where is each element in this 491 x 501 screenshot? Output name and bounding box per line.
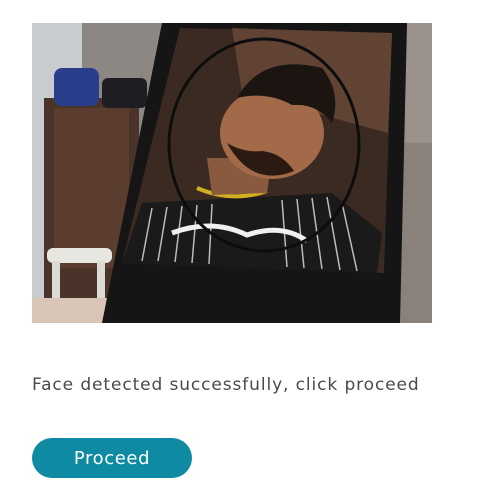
- camera-preview-image: [32, 23, 432, 323]
- status-message: Face detected successfully, click procee…: [32, 375, 420, 395]
- camera-preview: [32, 23, 432, 323]
- proceed-button[interactable]: Proceed: [32, 438, 192, 478]
